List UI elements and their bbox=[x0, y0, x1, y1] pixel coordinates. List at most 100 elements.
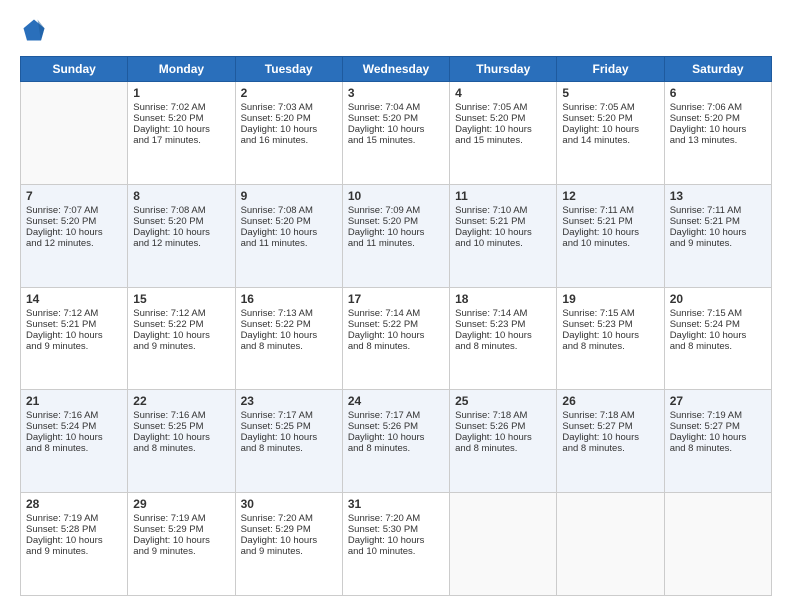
day-info-line: Sunrise: 7:19 AM bbox=[26, 513, 122, 524]
calendar-cell: 2Sunrise: 7:03 AMSunset: 5:20 PMDaylight… bbox=[235, 82, 342, 185]
day-info-line: Daylight: 10 hours bbox=[562, 124, 658, 135]
day-info-line: and 12 minutes. bbox=[26, 238, 122, 249]
day-info-line: and 16 minutes. bbox=[241, 135, 337, 146]
day-info-line: and 8 minutes. bbox=[133, 443, 229, 454]
day-info-line: and 10 minutes. bbox=[455, 238, 551, 249]
day-info-line: and 8 minutes. bbox=[670, 341, 766, 352]
day-info-line: and 8 minutes. bbox=[241, 443, 337, 454]
day-info-line: and 8 minutes. bbox=[455, 443, 551, 454]
calendar-cell: 5Sunrise: 7:05 AMSunset: 5:20 PMDaylight… bbox=[557, 82, 664, 185]
day-info-line: Sunrise: 7:11 AM bbox=[562, 205, 658, 216]
day-info-line: Sunset: 5:22 PM bbox=[241, 319, 337, 330]
day-header-friday: Friday bbox=[557, 57, 664, 82]
day-number: 14 bbox=[26, 292, 122, 306]
day-number: 30 bbox=[241, 497, 337, 511]
day-number: 31 bbox=[348, 497, 444, 511]
day-info-line: Sunset: 5:20 PM bbox=[348, 113, 444, 124]
day-info-line: Daylight: 10 hours bbox=[133, 432, 229, 443]
day-header-monday: Monday bbox=[128, 57, 235, 82]
day-info-line: and 11 minutes. bbox=[241, 238, 337, 249]
day-info-line: Daylight: 10 hours bbox=[455, 124, 551, 135]
day-info-line: and 14 minutes. bbox=[562, 135, 658, 146]
day-info-line: Daylight: 10 hours bbox=[562, 330, 658, 341]
day-info-line: Daylight: 10 hours bbox=[133, 124, 229, 135]
day-info-line: Sunset: 5:28 PM bbox=[26, 524, 122, 535]
day-number: 1 bbox=[133, 86, 229, 100]
page: SundayMondayTuesdayWednesdayThursdayFrid… bbox=[0, 0, 792, 612]
calendar-week-row: 7Sunrise: 7:07 AMSunset: 5:20 PMDaylight… bbox=[21, 184, 772, 287]
day-info-line: and 17 minutes. bbox=[133, 135, 229, 146]
day-info-line: Sunset: 5:24 PM bbox=[26, 421, 122, 432]
day-info-line: Sunrise: 7:15 AM bbox=[670, 308, 766, 319]
day-info-line: Daylight: 10 hours bbox=[26, 432, 122, 443]
calendar-cell: 9Sunrise: 7:08 AMSunset: 5:20 PMDaylight… bbox=[235, 184, 342, 287]
calendar-cell bbox=[664, 493, 771, 596]
day-number: 5 bbox=[562, 86, 658, 100]
day-info-line: Sunrise: 7:08 AM bbox=[241, 205, 337, 216]
day-number: 24 bbox=[348, 394, 444, 408]
day-info-line: Daylight: 10 hours bbox=[455, 330, 551, 341]
day-info-line: and 8 minutes. bbox=[562, 443, 658, 454]
day-info-line: and 8 minutes. bbox=[670, 443, 766, 454]
day-info-line: Daylight: 10 hours bbox=[241, 124, 337, 135]
day-info-line: Daylight: 10 hours bbox=[670, 124, 766, 135]
day-number: 28 bbox=[26, 497, 122, 511]
logo bbox=[20, 16, 52, 44]
day-info-line: Sunrise: 7:18 AM bbox=[562, 410, 658, 421]
calendar-cell: 4Sunrise: 7:05 AMSunset: 5:20 PMDaylight… bbox=[450, 82, 557, 185]
day-info-line: Daylight: 10 hours bbox=[348, 535, 444, 546]
calendar-cell: 1Sunrise: 7:02 AMSunset: 5:20 PMDaylight… bbox=[128, 82, 235, 185]
day-info-line: and 9 minutes. bbox=[26, 546, 122, 557]
day-number: 15 bbox=[133, 292, 229, 306]
day-info-line: Sunrise: 7:13 AM bbox=[241, 308, 337, 319]
day-info-line: Daylight: 10 hours bbox=[348, 227, 444, 238]
day-info-line: Sunrise: 7:05 AM bbox=[562, 102, 658, 113]
day-info-line: Sunset: 5:24 PM bbox=[670, 319, 766, 330]
day-info-line: Daylight: 10 hours bbox=[241, 432, 337, 443]
calendar-cell: 27Sunrise: 7:19 AMSunset: 5:27 PMDayligh… bbox=[664, 390, 771, 493]
calendar-cell: 6Sunrise: 7:06 AMSunset: 5:20 PMDaylight… bbox=[664, 82, 771, 185]
day-info-line: Sunset: 5:20 PM bbox=[455, 113, 551, 124]
day-info-line: Sunrise: 7:17 AM bbox=[241, 410, 337, 421]
day-info-line: Sunrise: 7:04 AM bbox=[348, 102, 444, 113]
calendar-cell: 3Sunrise: 7:04 AMSunset: 5:20 PMDaylight… bbox=[342, 82, 449, 185]
day-info-line: Sunset: 5:26 PM bbox=[348, 421, 444, 432]
day-number: 23 bbox=[241, 394, 337, 408]
day-number: 2 bbox=[241, 86, 337, 100]
day-info-line: Sunset: 5:21 PM bbox=[26, 319, 122, 330]
day-info-line: and 9 minutes. bbox=[670, 238, 766, 249]
calendar-cell: 30Sunrise: 7:20 AMSunset: 5:29 PMDayligh… bbox=[235, 493, 342, 596]
calendar-cell: 18Sunrise: 7:14 AMSunset: 5:23 PMDayligh… bbox=[450, 287, 557, 390]
day-header-tuesday: Tuesday bbox=[235, 57, 342, 82]
calendar-cell: 23Sunrise: 7:17 AMSunset: 5:25 PMDayligh… bbox=[235, 390, 342, 493]
day-info-line: Sunset: 5:21 PM bbox=[670, 216, 766, 227]
day-info-line: Daylight: 10 hours bbox=[455, 432, 551, 443]
day-info-line: Sunrise: 7:19 AM bbox=[133, 513, 229, 524]
day-header-saturday: Saturday bbox=[664, 57, 771, 82]
calendar-cell bbox=[21, 82, 128, 185]
day-info-line: Sunrise: 7:05 AM bbox=[455, 102, 551, 113]
day-info-line: Daylight: 10 hours bbox=[670, 432, 766, 443]
day-number: 17 bbox=[348, 292, 444, 306]
calendar-week-row: 28Sunrise: 7:19 AMSunset: 5:28 PMDayligh… bbox=[21, 493, 772, 596]
day-info-line: Daylight: 10 hours bbox=[562, 227, 658, 238]
day-info-line: Sunrise: 7:08 AM bbox=[133, 205, 229, 216]
day-info-line: Sunrise: 7:06 AM bbox=[670, 102, 766, 113]
day-info-line: Daylight: 10 hours bbox=[26, 227, 122, 238]
day-info-line: and 8 minutes. bbox=[348, 341, 444, 352]
day-info-line: Sunrise: 7:07 AM bbox=[26, 205, 122, 216]
day-info-line: Sunrise: 7:20 AM bbox=[241, 513, 337, 524]
calendar-cell: 11Sunrise: 7:10 AMSunset: 5:21 PMDayligh… bbox=[450, 184, 557, 287]
day-info-line: and 12 minutes. bbox=[133, 238, 229, 249]
day-number: 25 bbox=[455, 394, 551, 408]
day-info-line: Sunrise: 7:11 AM bbox=[670, 205, 766, 216]
day-info-line: Sunrise: 7:16 AM bbox=[133, 410, 229, 421]
day-info-line: and 9 minutes. bbox=[26, 341, 122, 352]
calendar-cell: 28Sunrise: 7:19 AMSunset: 5:28 PMDayligh… bbox=[21, 493, 128, 596]
day-info-line: Sunrise: 7:10 AM bbox=[455, 205, 551, 216]
calendar-cell: 20Sunrise: 7:15 AMSunset: 5:24 PMDayligh… bbox=[664, 287, 771, 390]
day-info-line: Sunset: 5:26 PM bbox=[455, 421, 551, 432]
header bbox=[20, 16, 772, 44]
day-info-line: Daylight: 10 hours bbox=[133, 535, 229, 546]
day-info-line: Daylight: 10 hours bbox=[670, 330, 766, 341]
